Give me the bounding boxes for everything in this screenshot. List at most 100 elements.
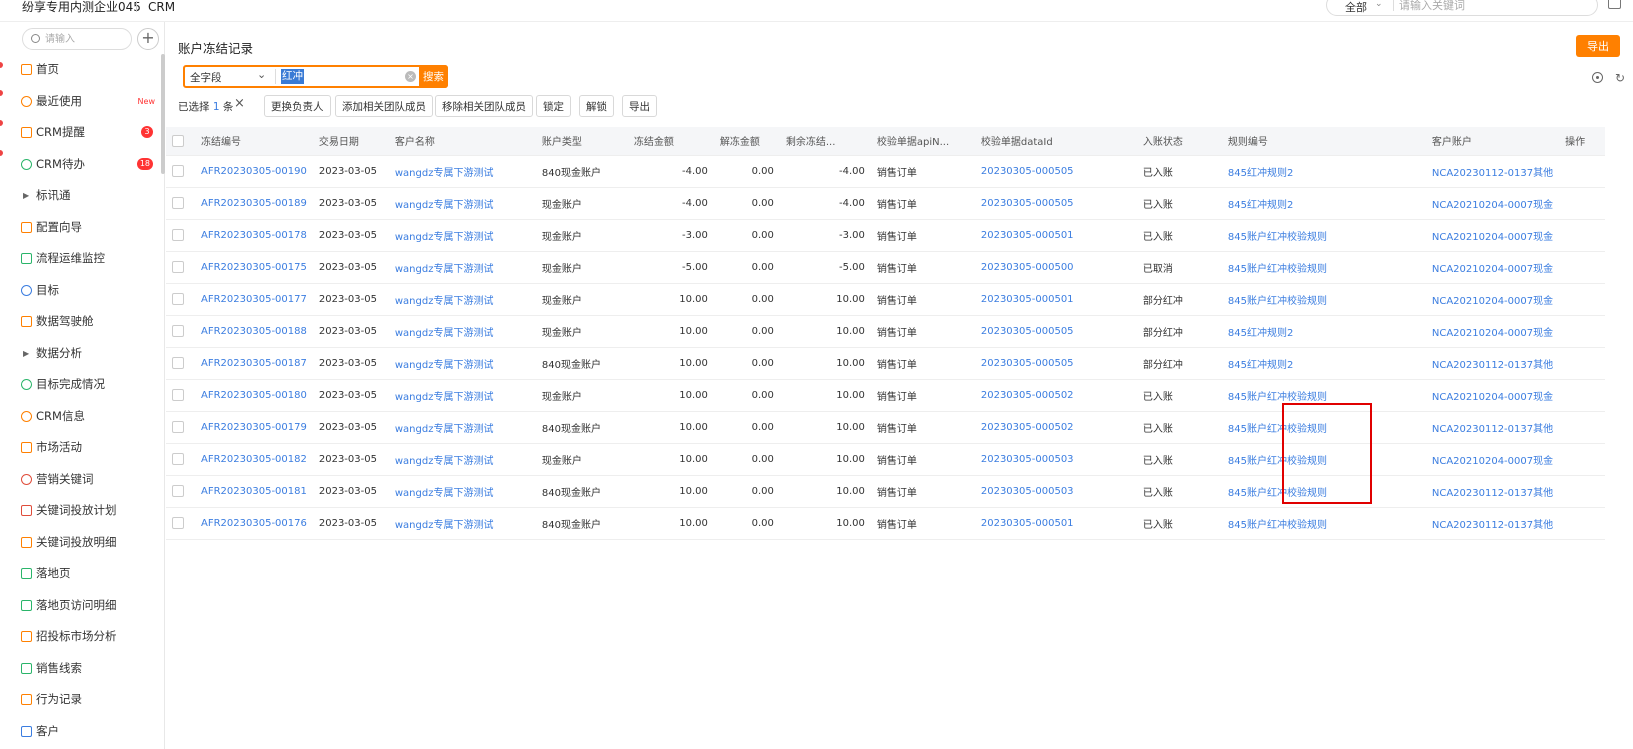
sidebar-item[interactable]: 落地页访问明细 [6,590,161,622]
column-header[interactable]: 冻结金额 [627,127,714,156]
table-cell[interactable]: 20230305-000505 [974,315,1137,348]
keyword-input[interactable]: 红冲 [281,69,304,84]
row-checkbox[interactable] [172,293,184,305]
table-cell[interactable]: 845红冲规则2 [1221,155,1426,188]
sidebar-item[interactable]: 市场活动 [6,432,161,464]
row-checkbox[interactable] [172,421,184,433]
table-cell[interactable]: NCA20230112-0137其他 [1425,507,1560,540]
column-header[interactable]: 交易日期 [312,127,389,156]
table-cell[interactable]: AFR20230305-00187 [195,347,313,380]
table-cell[interactable]: 20230305-000503 [974,475,1137,508]
sidebar-item[interactable]: 营销关键词 [6,464,161,496]
column-header[interactable]: 剩余冻结... [779,127,871,156]
sidebar-search-input[interactable] [45,32,125,46]
column-header[interactable]: 规则编号 [1221,127,1426,156]
table-row[interactable]: AFR20230305-00188 2023-03-05 wangdz专属下游测试现… [166,315,1606,348]
sidebar-item[interactable]: 最近使用 New [6,86,161,118]
sidebar-item[interactable]: 客户 [6,716,161,748]
sidebar-item[interactable]: 配置向导 [6,212,161,244]
table-cell[interactable]: 845账户红冲校验规则 [1221,283,1426,316]
clear-icon[interactable]: × [405,71,416,82]
table-cell[interactable]: NCA20210204-0007现金 [1425,219,1560,252]
table-row[interactable]: AFR20230305-00189 2023-03-05 wangdz专属下游测试现… [166,187,1606,220]
table-cell[interactable]: AFR20230305-00188 [195,315,313,348]
row-checkbox[interactable] [172,325,184,337]
table-cell[interactable]: wangdz专属下游测试 [388,283,536,316]
table-cell[interactable]: wangdz专属下游测试 [388,315,536,348]
row-checkbox[interactable] [172,261,184,273]
table-cell[interactable]: NCA20210204-0007现金 [1425,187,1560,220]
table-cell[interactable]: 20230305-000503 [974,443,1137,476]
table-cell[interactable]: wangdz专属下游测试 [388,219,536,252]
sidebar-item[interactable]: ▶ 数据分析 [6,338,161,370]
add-team-member-button[interactable]: 添加相关团队成员 [335,95,433,117]
table-cell[interactable]: NCA20230112-0137其他 [1425,475,1560,508]
table-cell[interactable]: NCA20230112-0137其他 [1425,155,1560,188]
sidebar-item[interactable]: ▶ 标讯通 [6,180,161,212]
search-scope-select[interactable]: 全部 [1345,0,1367,15]
table-cell[interactable]: wangdz专属下游测试 [388,187,536,220]
table-cell[interactable]: NCA20210204-0007现金 [1425,251,1560,284]
sidebar-item[interactable]: 销售线索 [6,653,161,685]
remove-team-member-button[interactable]: 移除相关团队成员 [435,95,533,117]
table-cell[interactable]: AFR20230305-00181 [195,475,313,508]
table-row[interactable]: AFR20230305-00175 2023-03-05 wangdz专属下游测试现… [166,251,1606,284]
column-header[interactable]: 操作 [1559,127,1606,156]
row-checkbox[interactable] [172,453,184,465]
table-cell[interactable]: 20230305-000501 [974,219,1137,252]
table-cell[interactable]: wangdz专属下游测试 [388,155,536,188]
table-cell[interactable]: 845账户红冲校验规则 [1221,507,1426,540]
table-cell[interactable]: NCA20230112-0137其他 [1425,411,1560,444]
table-cell[interactable]: AFR20230305-00179 [195,411,313,444]
table-row[interactable]: AFR20230305-00190 2023-03-05 wangdz专属下游测试 8… [166,155,1606,188]
table-cell[interactable]: 20230305-000505 [974,347,1137,380]
column-header[interactable]: 校验单据apiN... [870,127,975,156]
sidebar-scrollbar[interactable] [161,54,165,174]
add-menu-button[interactable]: + [137,28,159,50]
table-cell[interactable]: wangdz专属下游测试 [388,347,536,380]
table-cell[interactable]: 845账户红冲校验规则 [1221,379,1426,412]
table-row[interactable]: AFR20230305-00187 2023-03-05 wangdz专属下游测试 8… [166,347,1606,380]
table-cell[interactable]: 20230305-000505 [974,187,1137,220]
sidebar-item[interactable]: 目标 [6,275,161,307]
table-row[interactable]: AFR20230305-00179 2023-03-05 wangdz专属下游测试 8… [166,411,1606,444]
table-row[interactable]: AFR20230305-00181 2023-03-05 wangdz专属下游测试 8… [166,475,1606,508]
table-row[interactable]: AFR20230305-00177 2023-03-05 wangdz专属下游测试现… [166,283,1606,316]
sidebar-item[interactable]: CRM信息 [6,401,161,433]
table-cell[interactable]: wangdz专属下游测试 [388,443,536,476]
select-all-checkbox[interactable] [172,134,184,147]
table-cell[interactable]: AFR20230305-00177 [195,283,313,316]
field-select[interactable]: 全字段 [190,70,222,85]
change-owner-button[interactable]: 更换负责人 [264,95,331,117]
column-settings-icon[interactable] [1592,72,1603,83]
table-cell[interactable]: 20230305-000505 [974,155,1137,188]
table-cell[interactable]: 845红冲规则2 [1221,347,1426,380]
table-cell[interactable]: 20230305-000501 [974,507,1137,540]
sidebar-item[interactable]: 流程运维监控 [6,243,161,275]
table-row[interactable]: AFR20230305-00182 2023-03-05 wangdz专属下游测试现… [166,443,1606,476]
table-cell[interactable]: AFR20230305-00182 [195,443,313,476]
export-selected-button[interactable]: 导出 [622,95,657,117]
column-header[interactable]: 校验单据dataId [974,127,1137,156]
lock-button[interactable]: 锁定 [536,95,571,117]
column-header[interactable]: 客户账户 [1425,127,1560,156]
table-cell[interactable]: 20230305-000501 [974,283,1137,316]
table-row[interactable]: AFR20230305-00178 2023-03-05 wangdz专属下游测试现… [166,219,1606,252]
table-cell[interactable]: 845账户红冲校验规则 [1221,443,1426,476]
table-cell[interactable]: wangdz专属下游测试 [388,251,536,284]
refresh-icon[interactable]: ↻ [1615,71,1625,85]
table-cell[interactable]: AFR20230305-00180 [195,379,313,412]
chevron-down-icon[interactable]: ⌄ [257,68,266,81]
table-cell[interactable]: AFR20230305-00178 [195,219,313,252]
search-button[interactable]: 搜索 [419,65,448,88]
sidebar-item[interactable]: CRM提醒 3 [6,117,161,149]
table-cell[interactable]: 845红冲规则2 [1221,187,1426,220]
table-cell[interactable]: wangdz专属下游测试 [388,379,536,412]
table-row[interactable]: AFR20230305-00180 2023-03-05 wangdz专属下游测试现… [166,379,1606,412]
row-checkbox[interactable] [172,165,184,177]
table-cell[interactable]: 845账户红冲校验规则 [1221,251,1426,284]
table-cell[interactable]: 20230305-000500 [974,251,1137,284]
row-checkbox[interactable] [172,517,184,529]
table-cell[interactable]: 845账户红冲校验规则 [1221,411,1426,444]
table-row[interactable]: AFR20230305-00176 2023-03-05 wangdz专属下游测试 8… [166,507,1606,540]
